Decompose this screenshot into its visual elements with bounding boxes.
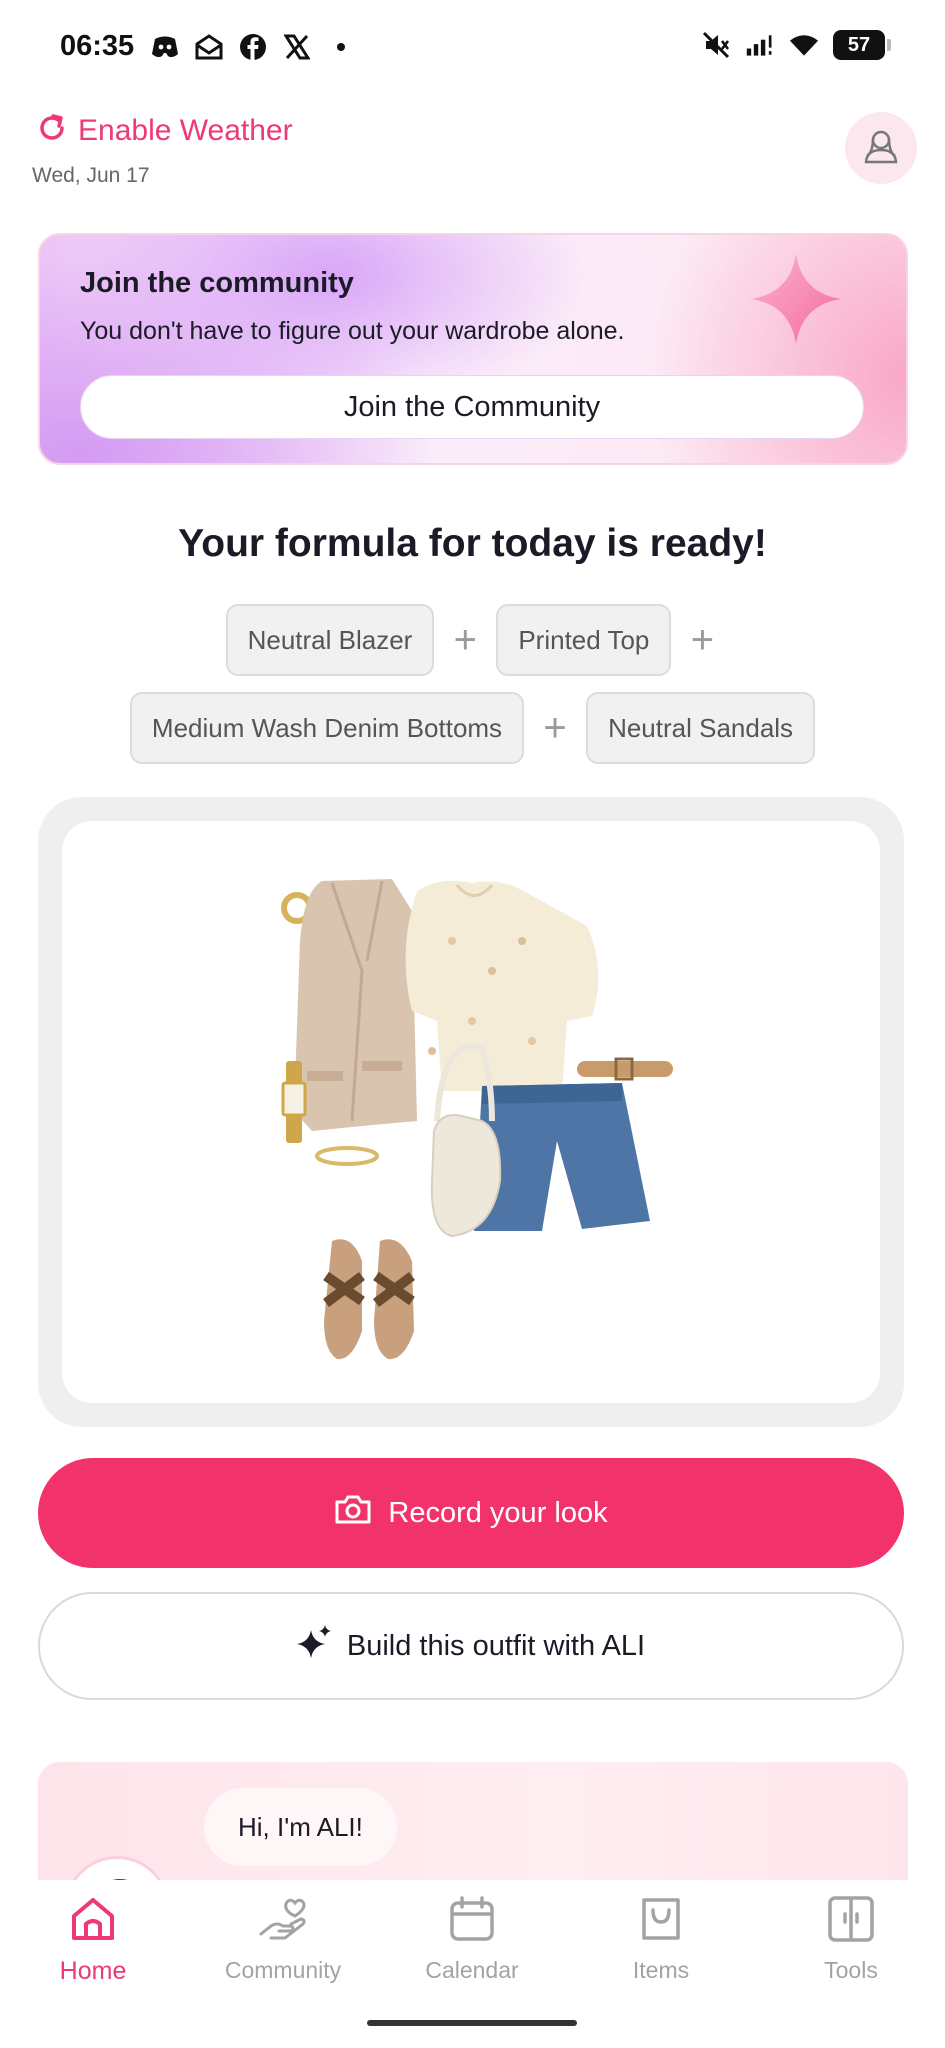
enable-weather-button[interactable]: Enable Weather	[36, 112, 293, 149]
refresh-icon	[36, 112, 68, 149]
nav-items[interactable]: Items	[576, 1894, 746, 1984]
camera-icon	[334, 1493, 372, 1533]
calendar-icon	[447, 1894, 497, 1949]
join-community-button[interactable]: Join the Community	[80, 375, 864, 439]
nav-tools[interactable]: Tools	[766, 1894, 936, 1984]
system-icons: 57	[701, 30, 891, 60]
signal-icon	[745, 30, 775, 60]
facebook-icon	[238, 32, 268, 62]
bracelet-image	[315, 1146, 379, 1166]
build-with-ali-button[interactable]: Build this outfit with ALI	[38, 1592, 904, 1700]
shopping-bag-icon	[636, 1894, 686, 1949]
sparkle-icon	[746, 249, 846, 354]
nav-community-label: Community	[224, 1957, 342, 1983]
ali-avatar	[64, 1856, 170, 1882]
community-title: Join the community	[80, 267, 354, 299]
record-look-button[interactable]: Record your look	[38, 1458, 904, 1568]
nav-home-label: Home	[59, 1957, 127, 1985]
discord-icon	[150, 32, 180, 62]
wifi-icon	[789, 30, 819, 60]
enable-weather-label: Enable Weather	[78, 113, 293, 147]
community-banner: Join the community You don't have to fig…	[38, 233, 908, 465]
watch-image	[281, 1061, 307, 1143]
printed-top-image	[405, 880, 599, 1091]
current-date: Wed, Jun 17	[32, 164, 150, 187]
mail-icon	[194, 32, 224, 62]
ali-greeting-bubble: Hi, I'm ALI!	[204, 1788, 397, 1866]
user-icon	[861, 126, 901, 171]
formula-row-1: Neutral Blazer + Printed Top +	[0, 604, 945, 676]
build-with-ali-label: Build this outfit with ALI	[346, 1629, 646, 1662]
outfit-card	[38, 797, 904, 1427]
nav-calendar-label: Calendar	[425, 1957, 519, 1983]
nav-home[interactable]: Home	[8, 1894, 178, 1986]
belt-image	[577, 1057, 673, 1081]
nav-tools-label: Tools	[824, 1957, 878, 1983]
dot-icon	[326, 32, 356, 62]
formula-title: Your formula for today is ready!	[178, 522, 767, 565]
nav-community[interactable]: Community	[198, 1894, 368, 1984]
home-icon	[68, 1894, 118, 1949]
formula-chip[interactable]: Medium Wash Denim Bottoms	[129, 692, 525, 764]
blazer-image	[294, 879, 417, 1131]
home-indicator[interactable]	[367, 2020, 577, 2026]
profile-avatar-button[interactable]	[845, 112, 917, 184]
sandals-image	[323, 1239, 415, 1360]
formula-chip[interactable]: Neutral Sandals	[586, 692, 816, 764]
battery-icon: 57	[833, 30, 891, 60]
status-time: 06:35	[60, 30, 135, 62]
sparkles-icon	[296, 1624, 333, 1668]
outfit-collage-image	[281, 879, 673, 1360]
nav-calendar[interactable]: Calendar	[387, 1894, 557, 1984]
formula-chip[interactable]: Printed Top	[496, 604, 672, 676]
plus-icon: +	[690, 618, 715, 662]
x-icon	[282, 32, 312, 62]
hand-heart-icon	[257, 1894, 309, 1949]
community-subtitle: You don't have to figure out your wardro…	[80, 317, 625, 345]
formula-chip[interactable]: Neutral Blazer	[225, 604, 435, 676]
mute-icon	[701, 30, 731, 60]
plus-icon: +	[543, 706, 567, 750]
record-look-label: Record your look	[388, 1496, 608, 1529]
notification-icons	[150, 32, 356, 62]
nav-items-label: Items	[632, 1957, 690, 1983]
tools-icon	[826, 1894, 876, 1949]
ali-chat-card[interactable]: Hi, I'm ALI!	[38, 1762, 908, 1882]
outfit-image-frame[interactable]	[62, 821, 880, 1403]
plus-icon: +	[453, 618, 477, 662]
formula-row-2: Medium Wash Denim Bottoms + Neutral Sand…	[0, 692, 945, 764]
status-bar: 06:35 57	[0, 0, 945, 96]
